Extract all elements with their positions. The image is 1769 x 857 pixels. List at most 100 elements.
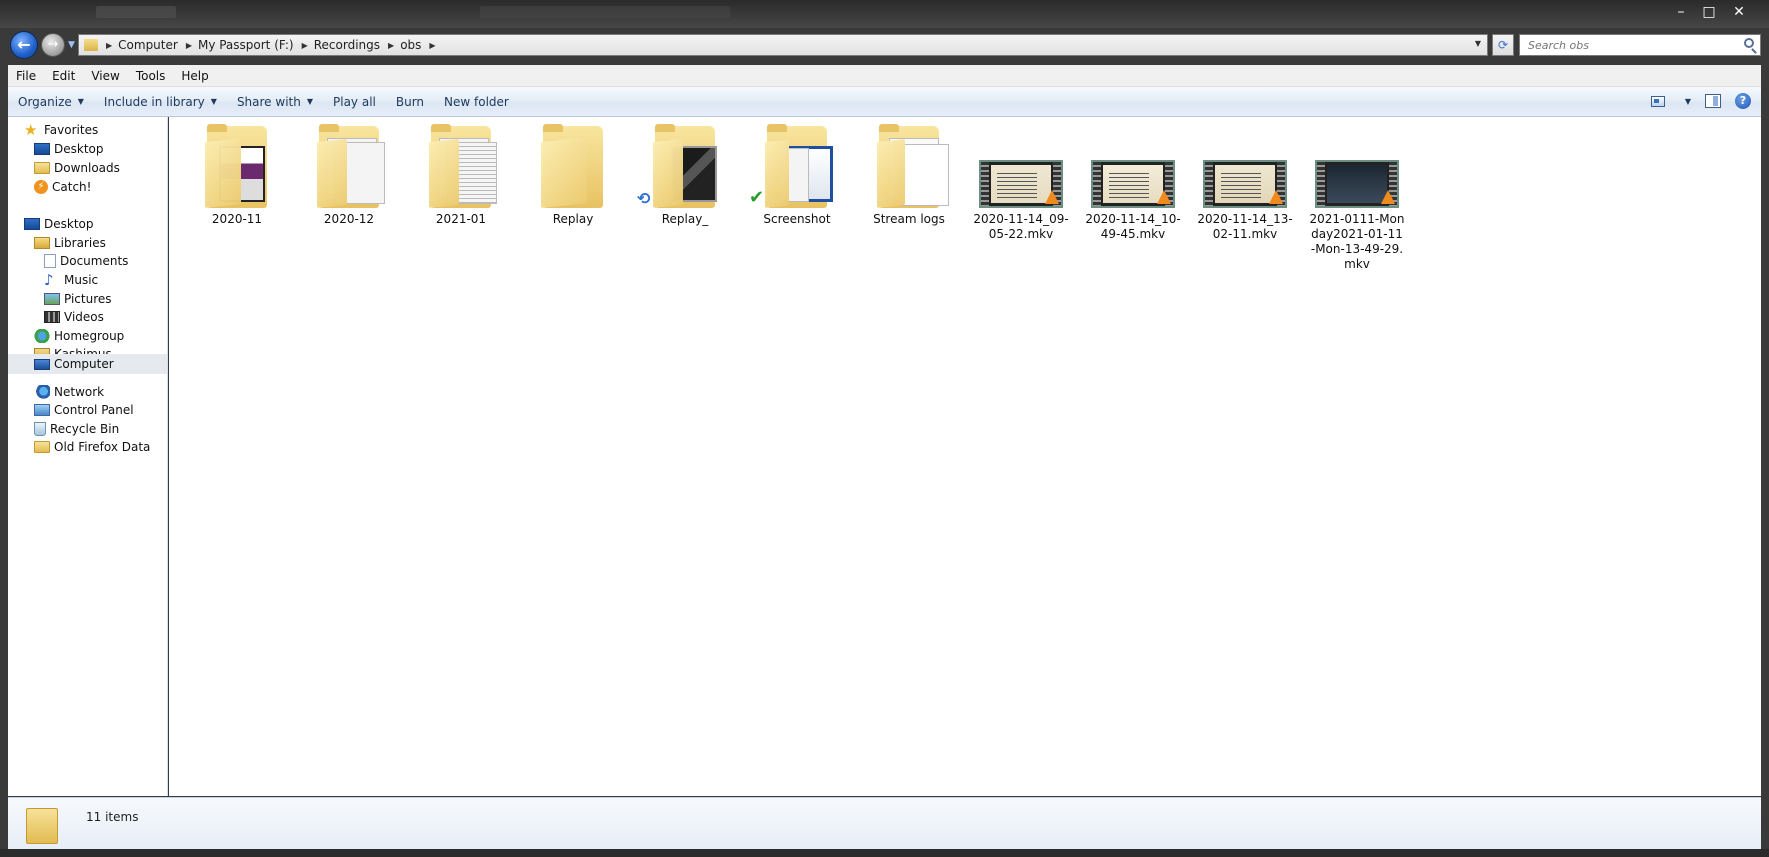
explorer-window: – □ ✕ ← → ▼ ▶ Computer ▶ My Passport (F:…: [0, 0, 1769, 857]
menu-bar: File Edit View Tools Help: [8, 65, 1761, 87]
file-name: Replay_: [661, 212, 709, 226]
search-icon[interactable]: [1744, 38, 1754, 48]
folder-item[interactable]: ⟲ Replay_: [637, 124, 733, 227]
navigation-bar: ← → ▼ ▶ Computer ▶ My Passport (F:) ▶ Re…: [8, 30, 1761, 64]
menu-tools[interactable]: Tools: [128, 69, 174, 83]
sidebar-item-label: Favorites: [44, 123, 99, 137]
sidebar-item-computer[interactable]: Computer: [8, 354, 167, 374]
file-name: 2021-0111-Monday2021-01-11-Mon-13-49-29.…: [1309, 212, 1405, 271]
sidebar-item-label: Libraries: [54, 236, 106, 250]
title-ghost: [96, 6, 176, 18]
folder-icon: [189, 124, 285, 208]
folder-icon: [84, 39, 98, 51]
video-file-item[interactable]: 2020-11-14_10-49-45.mkv: [1085, 124, 1181, 242]
maximize-button[interactable]: □: [1695, 2, 1723, 22]
menu-view[interactable]: View: [83, 69, 127, 83]
chevron-down-icon: ▼: [306, 97, 313, 106]
folder-item[interactable]: Replay: [525, 124, 621, 227]
chevron-right-icon[interactable]: ▶: [302, 41, 308, 50]
recent-pages-icon[interactable]: ▼: [68, 40, 75, 50]
star-icon: ★: [24, 121, 38, 139]
refresh-button[interactable]: ⟳: [1492, 34, 1514, 56]
back-button[interactable]: ←: [10, 31, 38, 59]
sidebar-item-favorites[interactable]: ★ Favorites: [24, 120, 183, 140]
desktop-icon: [24, 218, 40, 230]
sidebar-item-label: Documents: [60, 254, 129, 268]
network-icon: [34, 385, 50, 399]
sidebar-item-label: Videos: [64, 310, 104, 324]
address-dropdown-icon[interactable]: ▼: [1475, 39, 1481, 48]
help-icon[interactable]: ?: [1735, 93, 1751, 109]
details-pane: 11 items: [8, 797, 1761, 849]
file-name: Stream logs: [873, 212, 945, 226]
change-view-icon[interactable]: [1650, 95, 1665, 107]
vlc-icon: [1045, 190, 1059, 204]
window-bottom-edge: [0, 849, 1769, 857]
vlc-icon: [1269, 190, 1283, 204]
sidebar-item-desktop[interactable]: Desktop: [24, 214, 183, 234]
file-name: 2020-11-14_13-02-11.mkv: [1197, 212, 1293, 241]
sidebar-item-label: Network: [54, 385, 105, 399]
chevron-right-icon[interactable]: ▶: [388, 41, 394, 50]
chevron-right-icon[interactable]: ▶: [186, 41, 192, 50]
video-file-item[interactable]: 2020-11-14_09-05-22.mkv: [973, 124, 1069, 242]
search-input[interactable]: [1520, 35, 1730, 55]
video-file-item[interactable]: 2020-11-14_13-02-11.mkv: [1197, 124, 1293, 242]
new-folder-button[interactable]: New folder: [434, 95, 519, 109]
command-bar: Organize ▼ Include in library ▼ Share with…: [8, 87, 1761, 117]
play-all-button[interactable]: Play all: [323, 95, 386, 109]
chevron-right-icon[interactable]: ▶: [106, 41, 112, 50]
folder-item[interactable]: Stream logs: [861, 124, 957, 227]
menu-edit[interactable]: Edit: [44, 69, 83, 83]
folder-item[interactable]: 2020-12: [301, 124, 397, 227]
file-name: 2020-11-14_09-05-22.mkv: [973, 212, 1069, 241]
pictures-icon: [44, 293, 60, 305]
address-bar[interactable]: ▶ Computer ▶ My Passport (F:) ▶ Recordin…: [78, 34, 1488, 56]
video-thumbnail-icon: [1309, 124, 1405, 208]
organize-label: Organize: [18, 94, 72, 109]
file-name: Replay: [552, 212, 594, 226]
sidebar-item-label: Computer: [54, 357, 114, 371]
burn-button[interactable]: Burn: [386, 95, 434, 109]
folder-item[interactable]: 2021-01: [413, 124, 509, 227]
catch-icon: ⚡: [34, 180, 48, 194]
breadcrumb-computer[interactable]: Computer: [118, 38, 178, 52]
preview-pane-icon[interactable]: [1705, 94, 1721, 108]
breadcrumb-obs[interactable]: obs: [400, 38, 421, 52]
command-bar-right: ▼ ?: [1650, 93, 1751, 109]
folder-item[interactable]: 2020-11: [189, 124, 285, 227]
forward-button[interactable]: →: [41, 33, 65, 57]
navigation-pane: ★ Favorites Desktop Downloads ⚡ Catch! Des…: [8, 117, 168, 796]
title-ghost-2: [480, 6, 730, 18]
minimize-button[interactable]: –: [1667, 2, 1695, 22]
window-controls: – □ ✕: [1667, 2, 1755, 22]
folder-icon: [861, 124, 957, 208]
view-options-chevron-icon[interactable]: ▼: [1685, 97, 1691, 106]
chevron-down-icon: ▼: [77, 97, 84, 106]
sidebar-item-label: Homegroup: [54, 329, 125, 343]
share-with-button[interactable]: Share with ▼: [227, 95, 323, 109]
menu-help[interactable]: Help: [173, 69, 216, 83]
breadcrumb-recordings[interactable]: Recordings: [314, 38, 380, 52]
document-icon: [44, 254, 56, 268]
include-in-library-button[interactable]: Include in library ▼: [94, 95, 227, 109]
close-button[interactable]: ✕: [1723, 2, 1755, 22]
folder-icon: [34, 162, 50, 174]
sidebar-item-label: Music: [64, 273, 99, 287]
sidebar-item-label: Pictures: [64, 292, 112, 306]
organize-button[interactable]: Organize ▼: [8, 95, 94, 109]
menu-file[interactable]: File: [8, 69, 44, 83]
sidebar-item-label: Control Panel: [54, 403, 134, 417]
video-file-item[interactable]: 2021-0111-Monday2021-01-11-Mon-13-49-29.…: [1309, 124, 1405, 272]
library-icon: [34, 237, 50, 249]
control-panel-icon: [34, 404, 50, 416]
chevron-down-icon: ▼: [210, 97, 217, 106]
breadcrumb-my-passport[interactable]: My Passport (F:): [198, 38, 294, 52]
sidebar-item-label: Old Firefox Data: [54, 440, 151, 454]
chevron-right-icon[interactable]: ▶: [429, 41, 435, 50]
item-count: 11 items: [86, 810, 139, 824]
folder-item[interactable]: ✔ Screenshot: [749, 124, 845, 227]
sidebar-item-label: Downloads: [54, 161, 120, 175]
title-bar[interactable]: – □ ✕: [0, 0, 1769, 28]
sidebar-item-label: Desktop: [54, 142, 104, 156]
